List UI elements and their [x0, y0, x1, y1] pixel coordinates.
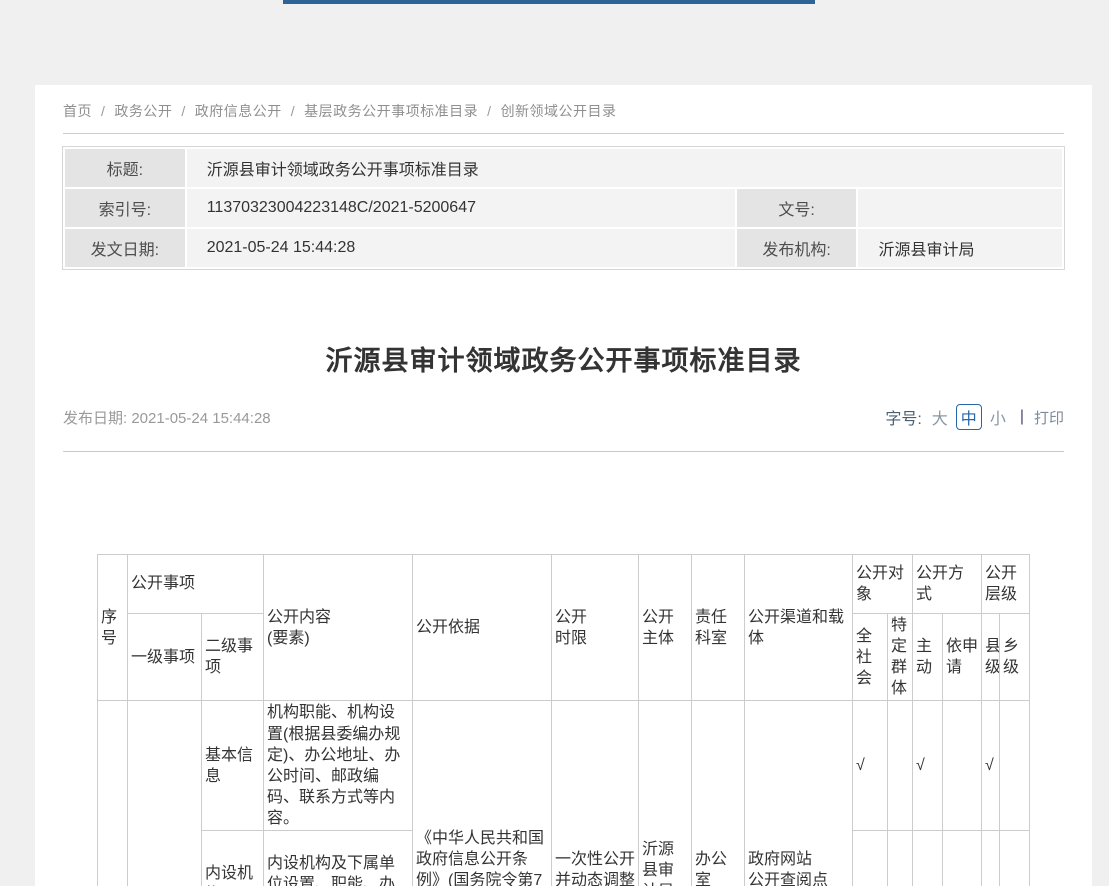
meta-date-label: 发文日期:: [65, 229, 185, 267]
content-card: 首页 / 政务公开 / 政府信息公开 / 基层政务公开事项标准目录 / 创新领域公开目录 标题:…: [35, 85, 1092, 886]
document-meta-table: 标题: 沂源县审计领域政务公开事项标准目录 索引号: 1137032300422…: [63, 147, 1064, 269]
header-method-group: 公开方式: [913, 555, 982, 614]
cell-mark-county: √: [982, 831, 1000, 886]
catalog-row-basic-info: 基本信息 机构职能、机构设置(根据县委编办规定)、办公地址、办公时间、邮政编码、…: [97, 701, 1029, 831]
meta-org-label: 发布机构:: [737, 229, 857, 267]
publish-date-label: 发布日期:: [63, 410, 127, 427]
header-open-items: 公开事项: [127, 555, 263, 614]
cell-channel: 政府网站 公开查阅点: [744, 701, 852, 886]
cell-mark-specific-group: [887, 831, 912, 886]
catalog-header-row-1: 序号 公开事项 公开内容 (要素) 公开依据 公开 时限 公开主体 责任科室 公…: [97, 555, 1029, 614]
meta-title-value: 沂源县审计领域政务公开事项标准目录: [187, 149, 1062, 187]
cell-time-limit: 一次性公开并动态调整: [551, 701, 638, 886]
font-size-small-button[interactable]: 小: [990, 405, 1006, 429]
print-button[interactable]: 打印: [1034, 407, 1064, 428]
cell-content: 内设机构及下属单位设置、职能、办公地址、办公时间、联系方式、负责人姓名等信息。: [263, 831, 412, 886]
header-level2: 二级事项: [201, 614, 263, 701]
cell-mark-on-request: [943, 701, 982, 831]
header-seq: 序号: [97, 555, 127, 701]
cell-content: 机构职能、机构设置(根据县委编办规定)、办公地址、办公时间、邮政编码、联系方式等…: [263, 701, 412, 831]
font-size-medium-button[interactable]: 中: [956, 404, 982, 430]
cell-mark-on-request: [943, 831, 982, 886]
top-nav-bottom-border: [283, 0, 815, 4]
meta-org-value: 沂源县审计局: [858, 229, 1062, 267]
breadcrumb-divider: [63, 133, 1064, 134]
header-department: 责任科室: [691, 555, 744, 701]
header-on-request: 依申请: [943, 614, 982, 701]
cell-mark-specific-group: [887, 701, 912, 831]
breadcrumb-zhengwu-link[interactable]: 政务公开: [114, 103, 172, 119]
page-title: 沂源县审计领域政务公开事项标准目录: [63, 339, 1064, 378]
header-level-group: 公开层级: [982, 555, 1030, 614]
publish-date-value: 2021-05-24 15:44:28: [131, 410, 270, 427]
header-specific-group: 特定群体: [887, 614, 912, 701]
meta-row-index: 索引号: 11370323004223148C/2021-5200647 文号:: [65, 189, 1062, 227]
breadcrumb-separator: /: [291, 103, 295, 119]
cell-mark-county: √: [982, 701, 1000, 831]
cell-department: 办公室: [691, 701, 744, 886]
cell-level1: [127, 701, 201, 886]
breadcrumb-separator: /: [181, 103, 185, 119]
meta-row-title: 标题: 沂源县审计领域政务公开事项标准目录: [65, 149, 1062, 187]
breadcrumb-separator: /: [101, 103, 105, 119]
breadcrumb-current-link[interactable]: 创新领域公开目录: [501, 103, 617, 119]
header-subject: 公开主体: [638, 555, 691, 701]
header-all-society: 全社会: [852, 614, 887, 701]
publish-toolbar: 发布日期: 2021-05-24 15:44:28 字号: 大 中 小 | 打印: [63, 404, 1064, 430]
cell-subject: 沂源县审计局: [638, 701, 691, 886]
cell-mark-proactive: √: [913, 701, 943, 831]
meta-index-label: 索引号:: [65, 189, 185, 227]
cell-sub-item: 内设机构及下属事业单位: [201, 831, 263, 886]
cell-seq: [97, 701, 127, 886]
cell-mark-all-society: √: [852, 831, 887, 886]
cell-mark-all-society: √: [852, 701, 887, 831]
font-size-label: 字号:: [885, 405, 921, 429]
meta-title-label: 标题:: [65, 149, 185, 187]
header-target-group: 公开对象: [852, 555, 912, 614]
font-size-large-button[interactable]: 大: [932, 405, 948, 429]
header-time-limit: 公开 时限: [551, 555, 638, 701]
cell-mark-township: [1000, 831, 1030, 886]
cell-mark-proactive: √: [913, 831, 943, 886]
content-divider: [63, 451, 1064, 452]
cell-basis: 《中华人民共和国政府信息公开条例》(国务院令第711号): [412, 701, 551, 886]
publish-date: 发布日期: 2021-05-24 15:44:28: [63, 407, 271, 428]
breadcrumb-separator: /: [487, 103, 491, 119]
cell-mark-township: [1000, 701, 1030, 831]
meta-docno-label: 文号:: [737, 189, 857, 227]
meta-date-value: 2021-05-24 15:44:28: [187, 229, 735, 267]
toolbar-divider: |: [1020, 408, 1024, 426]
disclosure-catalog-table: 序号 公开事项 公开内容 (要素) 公开依据 公开 时限 公开主体 责任科室 公…: [97, 554, 1030, 886]
header-county: 县级: [982, 614, 1000, 701]
header-channel: 公开渠道和载体: [744, 555, 852, 701]
breadcrumb-gov-info-link[interactable]: 政府信息公开: [195, 103, 282, 119]
header-township: 乡级: [1000, 614, 1030, 701]
header-level1: 一级事项: [127, 614, 201, 701]
meta-index-value: 11370323004223148C/2021-5200647: [187, 189, 735, 227]
header-basis: 公开依据: [412, 555, 551, 701]
cell-sub-item: 基本信息: [201, 701, 263, 831]
meta-row-date: 发文日期: 2021-05-24 15:44:28 发布机构: 沂源县审计局: [65, 229, 1062, 267]
breadcrumb-catalog-link[interactable]: 基层政务公开事项标准目录: [304, 103, 478, 119]
header-proactive: 主动: [913, 614, 943, 701]
breadcrumb-home-link[interactable]: 首页: [63, 103, 92, 119]
breadcrumb: 首页 / 政务公开 / 政府信息公开 / 基层政务公开事项标准目录 / 创新领域公开目录: [63, 85, 1064, 121]
header-content: 公开内容 (要素): [263, 555, 412, 701]
font-size-tools: 字号: 大 中 小 | 打印: [885, 404, 1064, 430]
meta-docno-value: [858, 189, 1062, 227]
